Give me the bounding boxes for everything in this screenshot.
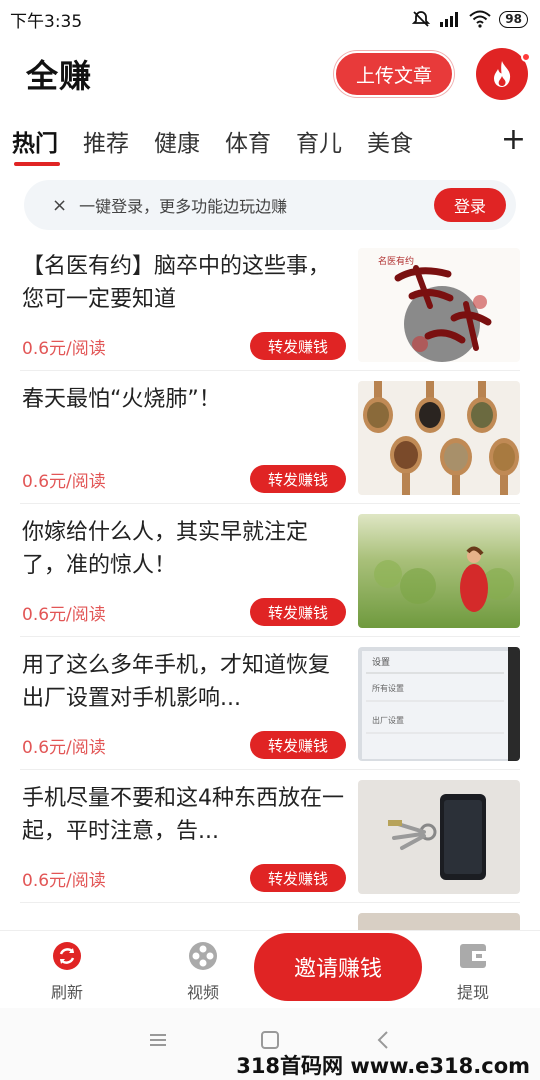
- login-banner: × 一键登录，更多功能边玩边赚 登录: [24, 180, 516, 230]
- back-icon[interactable]: [374, 1030, 394, 1050]
- share-earn-button[interactable]: 转发赚钱: [250, 332, 346, 360]
- invite-earn-button[interactable]: 邀请赚钱: [254, 933, 422, 1001]
- close-icon[interactable]: ×: [52, 195, 67, 216]
- share-earn-button[interactable]: 转发赚钱: [250, 465, 346, 493]
- wifi-icon: [469, 10, 491, 28]
- login-banner-text: 一键登录，更多功能边玩边赚: [79, 197, 288, 216]
- nav-refresh[interactable]: 刷新: [32, 941, 102, 1003]
- login-button[interactable]: 登录: [434, 188, 506, 222]
- watermark: 318首码网 www.e318.com: [236, 1054, 530, 1078]
- status-icons: 98: [411, 9, 528, 29]
- woman-field-image: [358, 514, 520, 628]
- app-screen: 下午3:35 98 全赚 上传文章 热门 推荐 健康 体育 育儿 美食 + × …: [0, 0, 540, 1080]
- article-title[interactable]: 用了这么多年手机，才知道恢复出厂设置对手机影响...: [22, 649, 348, 715]
- fire-icon: [494, 61, 511, 87]
- article-title[interactable]: 【名医有约】脑卒中的这些事，您可一定要知道: [22, 250, 348, 316]
- article-title[interactable]: 春天最怕“火烧肺”！: [22, 383, 348, 416]
- nav-video-label: 视频: [186, 983, 219, 1002]
- category-tabs: 热门 推荐 健康 体育 育儿 美食 +: [0, 112, 540, 170]
- logo-small-text: 名医有约: [378, 255, 414, 267]
- article-price: 0.6元/阅读: [22, 738, 106, 758]
- article-item[interactable]: 手机尽量不要和这4种东西放在一起，平时注意，告... 0.6元/阅读 转发赚钱: [20, 770, 520, 903]
- article-price: 0.6元/阅读: [22, 472, 106, 492]
- video-reel-icon: [189, 942, 217, 970]
- tab-hot[interactable]: 热门: [12, 112, 60, 166]
- share-earn-button[interactable]: 转发赚钱: [250, 731, 346, 759]
- menu-icon[interactable]: [148, 1030, 168, 1050]
- article-feed[interactable]: 【名医有约】脑卒中的这些事，您可一定要知道 0.6元/阅读 转发赚钱 名医有约 …: [0, 238, 540, 930]
- settings-line-2: 所有设置: [372, 683, 404, 693]
- status-bar: 下午3:35 98: [0, 0, 540, 38]
- article-title[interactable]: 手机尽量不要和这4种东西放在一起，平时注意，告...: [22, 782, 348, 848]
- article-title[interactable]: 你嫁给什么人，其实早就注定了，准的惊人！: [22, 516, 348, 582]
- settings-line-3: 出厂设置: [372, 715, 404, 725]
- article-thumbnail[interactable]: 设置 所有设置 出厂设置: [358, 647, 520, 761]
- article-thumbnail[interactable]: 名医有约: [358, 248, 520, 362]
- tab-recommend[interactable]: 推荐: [83, 112, 129, 166]
- article-item[interactable]: [20, 903, 520, 930]
- phone-keys-image: [358, 780, 520, 894]
- home-icon[interactable]: [260, 1030, 280, 1050]
- nav-video[interactable]: 视频: [168, 941, 238, 1003]
- share-earn-button[interactable]: 转发赚钱: [250, 598, 346, 626]
- share-earn-button[interactable]: 转发赚钱: [250, 864, 346, 892]
- bottom-navigation: 刷新 视频 邀请赚钱 提现: [0, 930, 540, 1008]
- app-header: 全赚 上传文章: [0, 38, 540, 110]
- app-title: 全赚: [26, 57, 93, 95]
- nav-withdraw[interactable]: 提现: [438, 941, 508, 1003]
- doctor-logo-image: 名医有约: [358, 248, 520, 362]
- article-item[interactable]: 你嫁给什么人，其实早就注定了，准的惊人！ 0.6元/阅读 转发赚钱: [20, 504, 520, 637]
- nav-refresh-label: 刷新: [50, 983, 83, 1002]
- add-tab-button[interactable]: +: [501, 122, 526, 157]
- article-thumbnail[interactable]: [358, 514, 520, 628]
- tab-food[interactable]: 美食: [367, 112, 413, 166]
- tab-sports[interactable]: 体育: [225, 112, 271, 166]
- article-price: 0.6元/阅读: [22, 605, 106, 625]
- tab-parenting[interactable]: 育儿: [296, 112, 342, 166]
- notification-dot: [521, 52, 531, 62]
- signal-icon: [440, 12, 459, 27]
- tab-health[interactable]: 健康: [154, 112, 200, 166]
- article-price: 0.6元/阅读: [22, 871, 106, 891]
- partial-thumbnail: [358, 913, 520, 930]
- upload-article-button[interactable]: 上传文章: [334, 51, 454, 97]
- article-thumbnail[interactable]: [358, 780, 520, 894]
- status-time: 下午3:35: [10, 11, 83, 32]
- article-item[interactable]: 用了这么多年手机，才知道恢复出厂设置对手机影响... 0.6元/阅读 转发赚钱 …: [20, 637, 520, 770]
- article-item[interactable]: 【名医有约】脑卒中的这些事，您可一定要知道 0.6元/阅读 转发赚钱 名医有约: [20, 238, 520, 371]
- refresh-icon: [53, 942, 81, 970]
- article-price: 0.6元/阅读: [22, 339, 106, 359]
- phone-settings-image: 设置 所有设置 出厂设置: [358, 647, 520, 761]
- mute-alarm-icon: [412, 11, 431, 27]
- battery-indicator: 98: [499, 10, 528, 28]
- settings-line-1: 设置: [372, 657, 390, 668]
- article-item[interactable]: 春天最怕“火烧肺”！ 0.6元/阅读 转发赚钱: [20, 371, 520, 504]
- wallet-icon: [460, 944, 486, 968]
- fire-button[interactable]: [476, 48, 531, 100]
- article-thumbnail[interactable]: [358, 913, 520, 930]
- nav-withdraw-label: 提现: [456, 983, 489, 1002]
- spoons-image: [358, 381, 520, 495]
- article-thumbnail[interactable]: [358, 381, 520, 495]
